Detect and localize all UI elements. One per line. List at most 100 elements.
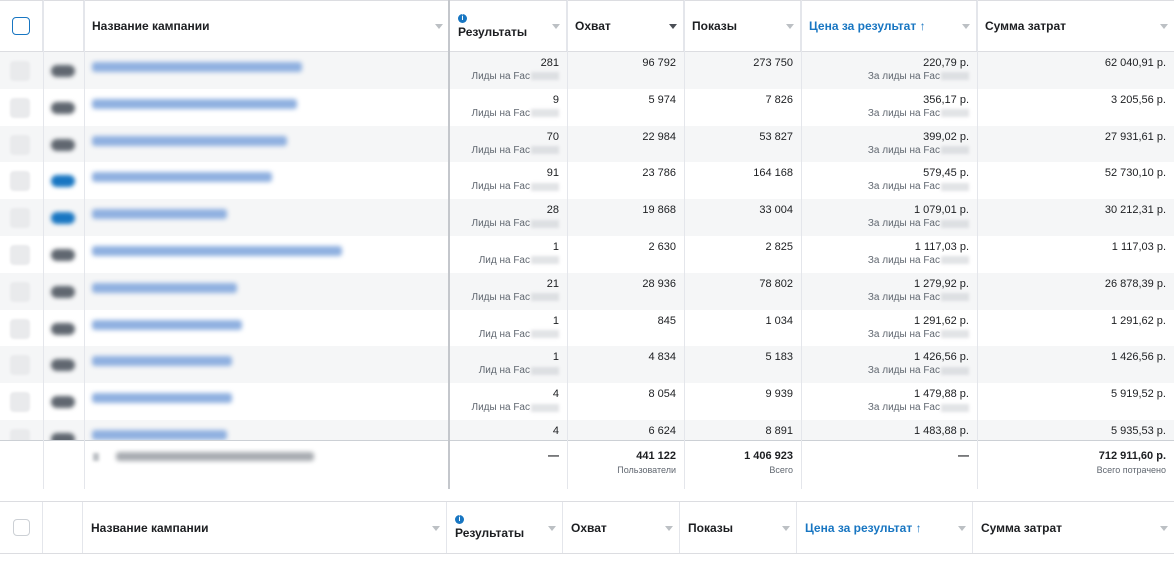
chevron-down-icon[interactable] <box>548 525 556 531</box>
row-checkbox[interactable] <box>10 318 30 339</box>
cell-amount-spent: 27 931,61 р. <box>1104 130 1166 143</box>
chevron-down-icon[interactable] <box>1160 525 1168 531</box>
select-all-checkbox[interactable] <box>12 17 30 35</box>
campaign-name-link-blurred[interactable] <box>92 172 272 183</box>
campaign-name-link-blurred[interactable] <box>92 393 232 404</box>
header-campaign-name[interactable]: Название кампании <box>84 1 450 51</box>
cell-amount-spent: 3 205,56 р. <box>1110 93 1166 106</box>
info-icon[interactable]: i <box>455 515 464 524</box>
redacted-text <box>531 293 559 302</box>
cell-impressions: 2 825 <box>765 240 793 253</box>
chevron-down-icon[interactable] <box>432 525 440 531</box>
row-checkbox[interactable] <box>10 392 30 413</box>
row-checkbox[interactable] <box>10 171 30 192</box>
campaign-status-toggle[interactable] <box>51 138 75 151</box>
campaign-name-link-blurred[interactable] <box>92 429 227 440</box>
header-impressions[interactable]: Показы <box>680 502 797 553</box>
cell-impressions: 9 939 <box>765 388 793 401</box>
campaign-status-toggle[interactable] <box>51 322 75 335</box>
table-row[interactable]: 281 Лиды на Fac 96 792 273 750 220,79 р. За л… <box>0 52 1174 89</box>
header-cost-per-result[interactable]: Цена за результат ↑ <box>801 1 977 51</box>
row-checkbox[interactable] <box>10 281 30 302</box>
campaign-status-toggle[interactable] <box>51 285 75 298</box>
table-row[interactable]: 4 Лиды на Fac 8 054 9 939 1 479,88 р. За лиды… <box>0 383 1174 420</box>
header-campaign-name[interactable]: Название кампании <box>83 502 447 553</box>
row-checkbox[interactable] <box>10 97 30 118</box>
redacted-text <box>531 403 559 412</box>
cell-amount-spent: 62 040,91 р. <box>1104 57 1166 69</box>
row-checkbox[interactable] <box>10 208 30 229</box>
header-reach[interactable]: Охват <box>563 502 680 553</box>
totals-impressions: 1 406 923 Всего <box>744 450 793 475</box>
table-row[interactable]: 91 Лиды на Fac 23 786 164 168 579,45 р. За ли… <box>0 162 1174 199</box>
chevron-down-icon[interactable] <box>552 24 560 29</box>
table-row[interactable]: 70 Лиды на Fac 22 984 53 827 399,02 р. За лид… <box>0 125 1174 163</box>
chevron-down-icon[interactable] <box>786 24 794 29</box>
toggle-header-cell <box>43 502 83 553</box>
campaign-status-toggle[interactable] <box>51 359 75 372</box>
chevron-down-icon[interactable] <box>962 24 970 29</box>
campaign-status-toggle[interactable] <box>51 396 75 409</box>
header-amount-spent[interactable]: Сумма затрат <box>977 1 1174 51</box>
cell-cost-per-result: 1 117,03 р. За лиды на Fac <box>867 240 969 266</box>
select-all-checkbox[interactable] <box>12 519 30 536</box>
chevron-down-icon[interactable] <box>782 525 790 531</box>
info-icon[interactable]: i <box>458 13 467 23</box>
sort-down-icon[interactable] <box>669 24 677 29</box>
cell-cost-per-result: 1 291,62 р. За лиды на Fac <box>867 314 969 340</box>
campaign-status-toggle[interactable] <box>51 175 75 188</box>
campaign-status-toggle[interactable] <box>51 65 75 77</box>
header-impressions[interactable]: Показы <box>684 1 801 51</box>
cell-cost-per-result: 220,79 р. За лиды на Fac <box>867 57 969 82</box>
chevron-down-icon[interactable] <box>665 525 673 531</box>
campaign-name-link-blurred[interactable] <box>92 319 242 330</box>
table-row[interactable]: 28 Лиды на Fac 19 868 33 004 1 079,01 р. За л… <box>0 199 1174 236</box>
chevron-down-icon[interactable] <box>1160 24 1168 29</box>
redacted-text <box>531 72 559 81</box>
chevron-down-icon[interactable] <box>958 525 966 531</box>
totals-results: — <box>548 450 559 462</box>
campaign-name-link-blurred[interactable] <box>92 356 232 367</box>
select-all-cell <box>0 502 43 553</box>
row-checkbox[interactable] <box>10 244 30 265</box>
campaign-status-toggle[interactable] <box>51 212 75 225</box>
table-row[interactable]: 1 Лид на Fac 2 630 2 825 1 117,03 р. За лиды … <box>0 236 1174 273</box>
select-all-cell <box>0 1 43 51</box>
campaign-name-link-blurred[interactable] <box>92 245 342 256</box>
sort-up-arrow-icon: ↑ <box>919 19 926 33</box>
cell-results: 281 Лиды на Fac <box>471 57 559 82</box>
table-row[interactable]: 9 Лиды на Fac 5 974 7 826 356,17 р. За лиды н… <box>0 89 1174 126</box>
row-checkbox[interactable] <box>10 134 30 155</box>
redacted-text <box>941 366 969 375</box>
cell-amount-spent: 26 878,39 р. <box>1104 277 1166 290</box>
table-row[interactable]: 1 Лид на Fac 4 834 5 183 1 426,56 р. За лиды … <box>0 346 1174 384</box>
campaign-name-link-blurred[interactable] <box>92 209 227 220</box>
row-checkbox[interactable] <box>10 61 30 81</box>
campaign-name-link-blurred[interactable] <box>92 135 287 146</box>
header-cost-per-result[interactable]: Цена за результат ↑ <box>797 502 973 553</box>
campaign-name-link-blurred[interactable] <box>92 98 297 109</box>
cell-reach: 4 834 <box>648 351 676 364</box>
table-row[interactable]: 21 Лиды на Fac 28 936 78 802 1 279,92 р. За л… <box>0 272 1174 310</box>
cell-impressions: 1 034 <box>765 314 793 327</box>
header-amount-spent[interactable]: Сумма затрат <box>973 502 1174 553</box>
redacted-text <box>941 329 969 338</box>
campaign-name-link-blurred[interactable] <box>92 62 302 72</box>
cell-amount-spent: 1 291,62 р. <box>1110 314 1166 327</box>
totals-marker <box>93 453 99 461</box>
row-checkbox[interactable] <box>10 355 30 376</box>
campaign-status-toggle[interactable] <box>51 248 75 261</box>
header-results[interactable]: i Результаты <box>447 502 563 553</box>
chevron-down-icon[interactable] <box>435 24 443 29</box>
cell-results: 1 Лид на Fac <box>478 314 559 340</box>
campaign-status-toggle[interactable] <box>51 101 75 114</box>
campaign-name-link-blurred[interactable] <box>92 282 237 293</box>
sort-up-arrow-icon: ↑ <box>915 520 922 535</box>
header-results[interactable]: i Результаты <box>450 1 567 51</box>
header-reach[interactable]: Охват <box>567 1 684 51</box>
table-row[interactable]: 1 Лид на Fac 845 1 034 1 291,62 р. За лиды на… <box>0 310 1174 347</box>
cell-results: 1 Лид на Fac <box>478 240 559 266</box>
cell-results: 28 Лиды на Fac <box>471 204 559 230</box>
redacted-text <box>531 109 559 118</box>
table-header: Название кампании i Результаты Охват Пок… <box>0 502 1174 554</box>
